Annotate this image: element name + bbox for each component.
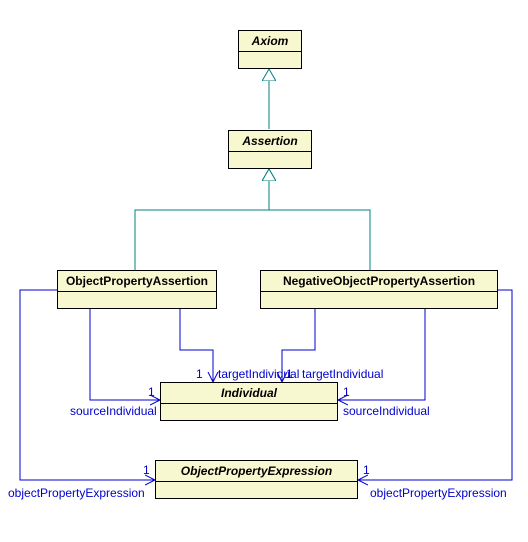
class-assertion: Assertion — [228, 130, 312, 169]
role-source-individual: sourceIndividual — [70, 404, 157, 418]
class-name: Axiom — [239, 31, 301, 52]
class-individual: Individual — [160, 382, 338, 421]
class-negative-object-property-assertion: NegativeObjectPropertyAssertion — [260, 270, 498, 309]
mult-one: 1 — [143, 463, 150, 477]
class-name: NegativeObjectPropertyAssertion — [261, 271, 497, 292]
mult-one: 1 — [286, 367, 293, 381]
class-axiom: Axiom — [238, 30, 302, 69]
mult-one: 1 — [196, 367, 203, 381]
mult-one: 1 — [343, 385, 350, 399]
role-target-individual: targetIndividual — [302, 367, 383, 381]
class-name: Assertion — [229, 131, 311, 152]
class-object-property-assertion: ObjectPropertyAssertion — [57, 270, 217, 309]
class-name: Individual — [161, 383, 337, 404]
role-object-property-expression: objectPropertyExpression — [370, 486, 507, 500]
class-object-property-expression: ObjectPropertyExpression — [155, 460, 358, 499]
class-name: ObjectPropertyAssertion — [58, 271, 216, 292]
role-object-property-expression: objectPropertyExpression — [8, 486, 145, 500]
role-source-individual: sourceIndividual — [343, 404, 430, 418]
class-name: ObjectPropertyExpression — [156, 461, 357, 482]
mult-one: 1 — [148, 385, 155, 399]
mult-one: 1 — [363, 463, 370, 477]
